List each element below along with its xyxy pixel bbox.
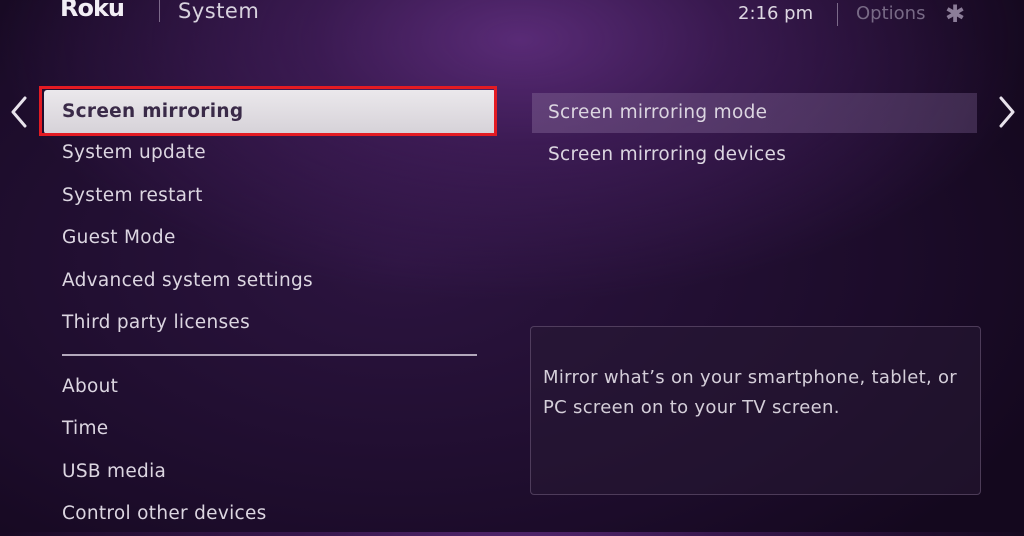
chevron-right-icon[interactable]: [996, 92, 1018, 132]
screen-mirroring-submenu: Screen mirroring mode Screen mirroring d…: [532, 93, 977, 177]
menu-item-system-restart[interactable]: System restart: [44, 175, 496, 217]
menu-item-time[interactable]: Time: [44, 408, 496, 450]
menu-item-system-update[interactable]: System update: [44, 132, 496, 174]
submenu-item-screen-mirroring-devices[interactable]: Screen mirroring devices: [532, 135, 977, 175]
page-title: System: [178, 0, 260, 23]
system-menu: Screen mirroring System update System re…: [44, 90, 496, 344]
header-bar: Roku System 2:16 pm Options ✱: [0, 0, 1024, 34]
submenu-item-screen-mirroring-mode[interactable]: Screen mirroring mode: [532, 93, 977, 133]
menu-item-about[interactable]: About: [44, 366, 496, 408]
menu-item-screen-mirroring[interactable]: Screen mirroring: [44, 90, 496, 134]
menu-item-control-other-devices[interactable]: Control other devices: [44, 493, 496, 535]
chevron-left-icon[interactable]: [8, 92, 30, 132]
menu-divider: [62, 354, 477, 356]
header-separator: [837, 3, 838, 26]
options-label[interactable]: Options: [856, 3, 925, 24]
header-separator: [159, 0, 160, 22]
asterisk-icon[interactable]: ✱: [945, 0, 965, 28]
description-text: Mirror what’s on your smartphone, tablet…: [543, 367, 958, 418]
menu-item-guest-mode[interactable]: Guest Mode: [44, 217, 496, 259]
menu-item-advanced-system-settings[interactable]: Advanced system settings: [44, 260, 496, 302]
clock: 2:16 pm: [738, 3, 814, 24]
roku-logo: Roku: [60, 0, 125, 22]
menu-item-usb-media[interactable]: USB media: [44, 451, 496, 493]
description-panel: Mirror what’s on your smartphone, tablet…: [530, 326, 981, 495]
system-menu-secondary: About Time USB media Control other devic…: [44, 366, 496, 536]
menu-item-third-party-licenses[interactable]: Third party licenses: [44, 302, 496, 344]
